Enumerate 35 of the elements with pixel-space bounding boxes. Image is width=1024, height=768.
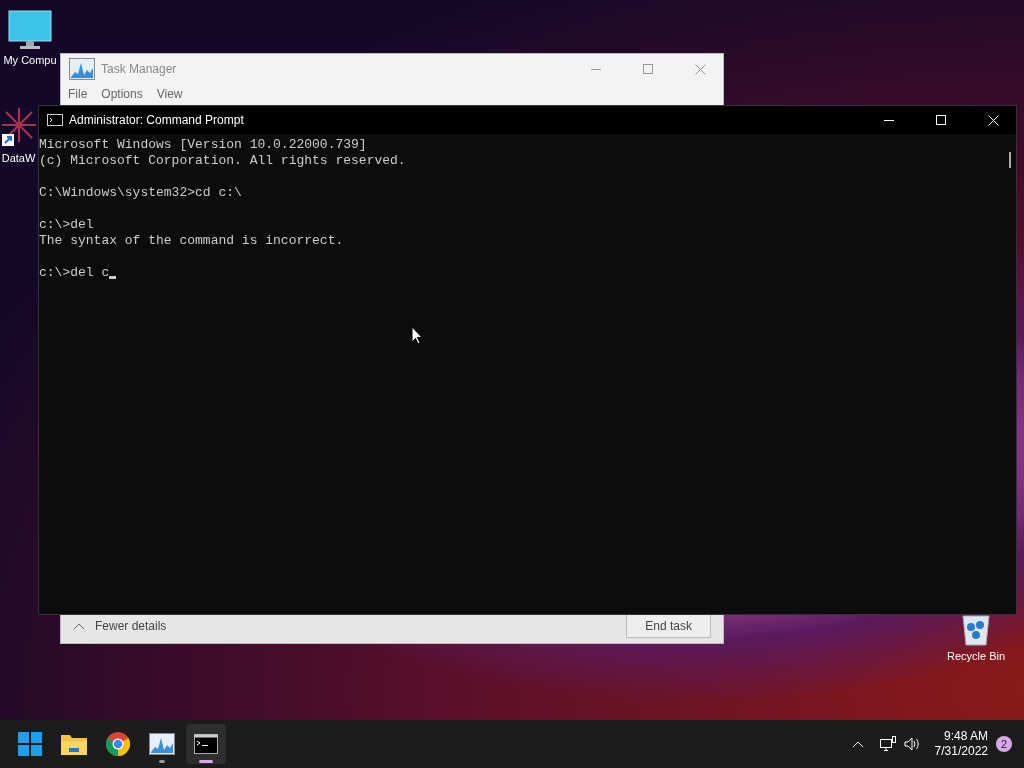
menu-item[interactable]: View: [156, 85, 183, 103]
monitor-icon: [8, 10, 52, 50]
terminal-icon: [194, 734, 218, 754]
browser-icon: [106, 732, 130, 756]
menu-item[interactable]: Options: [101, 85, 143, 103]
console-line: C:\Windows\system32>cd c:\: [39, 185, 242, 201]
desktop-icon-label[interactable]: My Compu: [3, 52, 57, 69]
windows-start-icon: [18, 732, 42, 756]
window-title: Task Manager: [101, 61, 178, 78]
end-task-button[interactable]: End task: [626, 614, 711, 638]
terminal-icon: [47, 114, 63, 126]
taskbar-button[interactable]: [186, 724, 226, 764]
network-icon[interactable]: [879, 736, 896, 752]
console-line: The syntax of the command is incorrect.: [39, 233, 344, 249]
console-line: c:\>del: [39, 217, 94, 233]
console-line: (c) Microsoft Corporation. All rights reserved.: [39, 153, 406, 169]
speaker-icon[interactable]: [903, 737, 921, 751]
clock-date[interactable]: 7/31/2022: [934, 744, 988, 759]
window-title: Administrator: Command Prompt: [69, 112, 245, 129]
console-line: Microsoft Windows [Version 10.0.22000.739]: [39, 137, 367, 153]
close-icon: [987, 114, 999, 126]
mouse-pointer-icon: [411, 326, 423, 345]
fewer-details-link[interactable]: Fewer details: [95, 617, 627, 635]
close-icon: [694, 63, 706, 75]
console-line: c:\>del c: [39, 265, 110, 281]
performance-graph-icon: [69, 58, 95, 80]
desktop-icon-label[interactable]: Recycle Bin: [946, 648, 1006, 665]
desktop-icon-label[interactable]: DataW: [1, 150, 36, 167]
clock-time[interactable]: 9:48 AM: [943, 729, 988, 744]
menu-item[interactable]: File: [68, 85, 88, 103]
folder-icon: [61, 733, 87, 755]
app-shortcut-icon: [1, 108, 36, 148]
notification-badge[interactable]: 2: [996, 736, 1012, 752]
recycle-bin-icon: [959, 612, 993, 646]
performance-graph-icon: [149, 733, 175, 755]
